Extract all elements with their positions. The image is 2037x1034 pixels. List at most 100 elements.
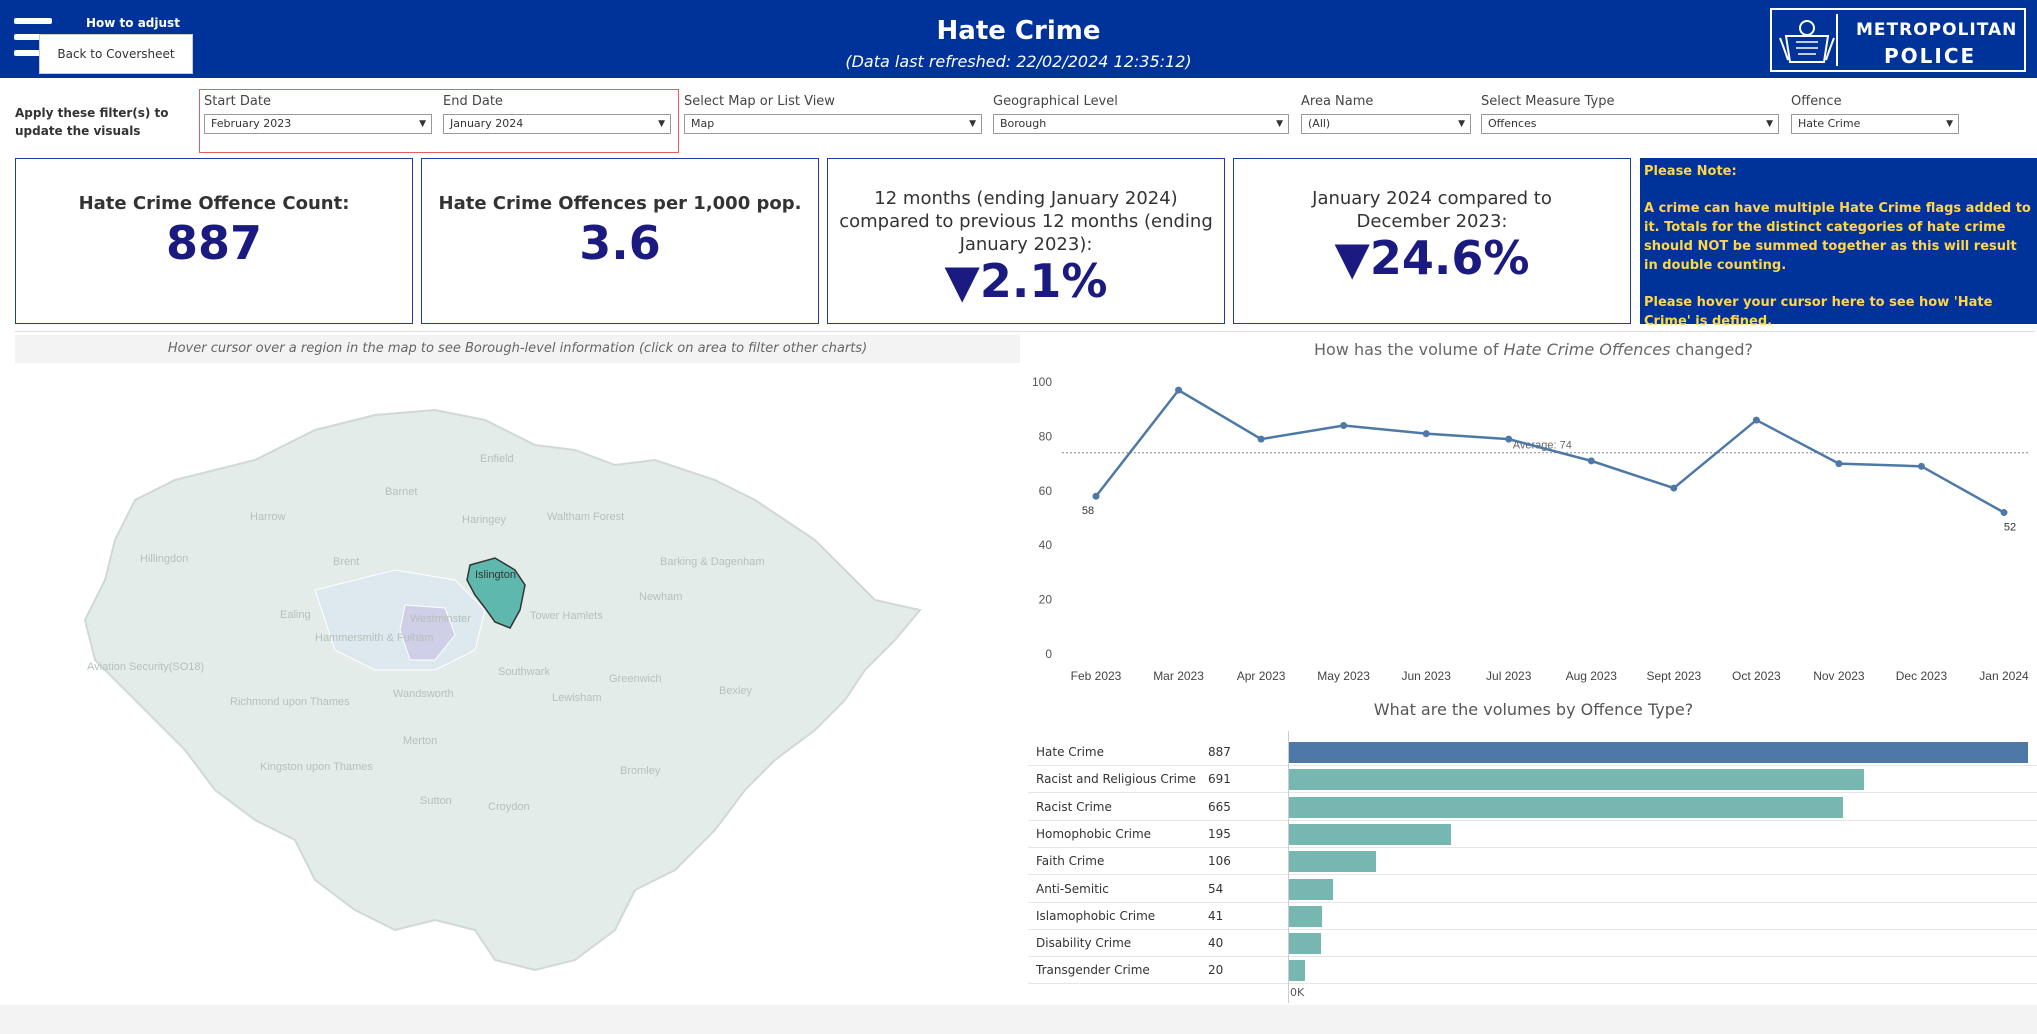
dropdown-arrow-icon: ▼ <box>1276 119 1283 129</box>
bar-mark[interactable] <box>1288 823 1451 845</box>
bar-category-label: Hate Crime <box>1036 745 1104 759</box>
bar-category-label: Racist Crime <box>1036 799 1112 814</box>
kpi-mom-value: ▼24.6% <box>1334 231 1530 285</box>
kpi-per-1000-title: Hate Crime Offences per 1,000 pop. <box>438 193 802 214</box>
bar-chart[interactable]: Hate Crime 887 Racist and Religious Crime 6… <box>1028 731 2037 1005</box>
bar-value-label: 887 <box>1208 745 1231 759</box>
offence-select[interactable]: Hate Crime ▼ <box>1791 114 1959 134</box>
data-point[interactable] <box>1257 435 1265 443</box>
end-date-select[interactable]: January 2024 ▼ <box>443 114 671 134</box>
dropdown-arrow-icon: ▼ <box>658 119 665 129</box>
end-date-label: End Date <box>443 94 503 109</box>
note-double-counting: A crime can have multiple Hate Crime fla… <box>1644 201 2031 273</box>
logo-text-police: POLICE <box>1884 44 1977 68</box>
x-tick-label: Aug 2023 <box>1566 669 1618 683</box>
kpi-mom-title: January 2024 compared to December 2023: <box>1312 188 1552 232</box>
bar-mark[interactable] <box>1288 851 1377 873</box>
borough-label: Newham <box>639 591 682 603</box>
geo-level-value: Borough <box>1000 117 1047 130</box>
kpi-count-title: Hate Crime Offence Count: <box>78 193 350 214</box>
note-hover-definition: Please hover your cursor here to see how… <box>1644 295 1993 329</box>
data-point[interactable] <box>1670 484 1678 492</box>
bar-category-label: Transgender Crime <box>1036 963 1150 978</box>
bar-mark[interactable] <box>1288 933 1322 955</box>
area-name-value: (All) <box>1308 117 1331 130</box>
page-title: Hate Crime <box>936 16 1101 46</box>
x-tick-label: Jul 2023 <box>1486 669 1532 683</box>
kpi-yoy-value: ▼2.1% <box>944 254 1108 308</box>
kpi-per-1000: Hate Crime Offences per 1,000 pop. 3.6 <box>421 158 819 324</box>
data-point[interactable] <box>1752 416 1760 424</box>
data-point[interactable] <box>1917 462 1925 470</box>
please-note-panel[interactable]: Please Note: A crime can have multiple H… <box>1640 158 2037 329</box>
bar-mark[interactable] <box>1288 960 1305 982</box>
map-list-view-select[interactable]: Map ▼ <box>684 114 982 134</box>
x-tick-label: Jan 2024 <box>1979 669 2029 683</box>
bar-value-label: 106 <box>1208 854 1231 869</box>
borough-label: Hillingdon <box>140 553 188 565</box>
line-title-suffix: changed? <box>1670 340 1754 359</box>
x-tick-label: Sept 2023 <box>1646 669 1701 683</box>
bar-row[interactable]: Racist Crime 665 <box>1028 794 2037 821</box>
bar-row[interactable]: Faith Crime 106 <box>1028 848 2037 876</box>
borough-label: Southwark <box>498 666 550 678</box>
bar-row[interactable]: Hate Crime 887 <box>1028 739 2037 766</box>
borough-label-selected: Islington <box>475 569 516 581</box>
borough-label: Barnet <box>385 486 417 498</box>
borough-label: Lewisham <box>552 692 602 704</box>
apply-filters-label: Apply these filter(s) to update the visu… <box>15 106 169 138</box>
bar-row[interactable]: Homophobic Crime 195 <box>1028 821 2037 848</box>
data-point[interactable] <box>1422 430 1430 438</box>
bar-mark[interactable] <box>1288 742 2028 763</box>
bar-mark[interactable] <box>1288 769 1865 791</box>
x-tick-label: Oct 2023 <box>1732 669 1781 683</box>
borough-label: Greenwich <box>609 673 662 685</box>
bar-row[interactable]: Anti-Semitic 54 <box>1028 876 2037 903</box>
x-tick-label: Feb 2023 <box>1071 669 1122 683</box>
area-name-select[interactable]: (All) ▼ <box>1301 114 1471 134</box>
kpi-count-value: 887 <box>165 216 263 270</box>
bar-row[interactable]: Transgender Crime 20 <box>1028 957 2037 985</box>
bar-row[interactable]: Islamophobic Crime 41 <box>1028 903 2037 930</box>
data-point[interactable] <box>2000 509 2008 517</box>
dropdown-arrow-icon: ▼ <box>419 119 426 129</box>
kpi-per-1000-value: 3.6 <box>579 216 661 270</box>
bar-value-label: 41 <box>1208 908 1224 923</box>
data-point[interactable] <box>1505 435 1513 443</box>
bar-row[interactable]: Disability Crime 40 <box>1028 930 2037 958</box>
metropolitan-police-logo: METROPOLITAN POLICE <box>1770 8 2026 72</box>
line-chart-title: How has the volume of Hate Crime Offence… <box>1030 340 2037 359</box>
borough-map[interactable]: Enfield Barnet Harrow Haringey Waltham F… <box>15 370 1020 996</box>
map-list-view-value: Map <box>691 117 715 130</box>
start-date-select[interactable]: February 2023 ▼ <box>204 114 432 134</box>
area-name-label: Area Name <box>1301 94 1374 109</box>
measure-type-select[interactable]: Offences ▼ <box>1481 114 1779 134</box>
kpi-yoy-title: 12 months (ending January 2024) compared… <box>839 188 1213 255</box>
kpi-month-comparison: January 2024 compared to December 2023: … <box>1233 158 1631 324</box>
borough-label: Brent <box>333 556 359 568</box>
section-divider <box>15 331 2035 332</box>
data-point[interactable] <box>1175 386 1183 394</box>
offence-value: Hate Crime <box>1798 117 1861 130</box>
bar-mark[interactable] <box>1288 905 1323 927</box>
borough-label: Westminster <box>410 613 471 625</box>
geo-level-select[interactable]: Borough ▼ <box>993 114 1289 134</box>
borough-label: Barking & Dagenham <box>660 556 765 568</box>
borough-label: Waltham Forest <box>547 511 624 523</box>
data-point[interactable] <box>1587 457 1595 465</box>
line-chart[interactable]: 020406080100Average: 74Feb 2023 Mar 2023 A… <box>1028 368 2037 686</box>
data-point[interactable] <box>1092 492 1100 500</box>
bar-value-label: 40 <box>1208 936 1224 951</box>
bar-axis-label: 0K <box>1290 986 1305 999</box>
start-date-value: February 2023 <box>211 117 292 130</box>
borough-label: Tower Hamlets <box>530 610 603 622</box>
bar-mark[interactable] <box>1288 878 1334 900</box>
dropdown-arrow-icon: ▼ <box>1458 119 1465 129</box>
bar-row[interactable]: Racist and Religious Crime 691 <box>1028 766 2037 794</box>
bar-mark[interactable] <box>1288 796 1843 818</box>
data-point[interactable] <box>1835 460 1843 468</box>
kpi-offence-count: Hate Crime Offence Count: 887 <box>15 158 413 324</box>
borough-label: Bromley <box>620 765 661 777</box>
data-point[interactable] <box>1340 422 1348 430</box>
x-tick-label: Mar 2023 <box>1153 669 1204 683</box>
